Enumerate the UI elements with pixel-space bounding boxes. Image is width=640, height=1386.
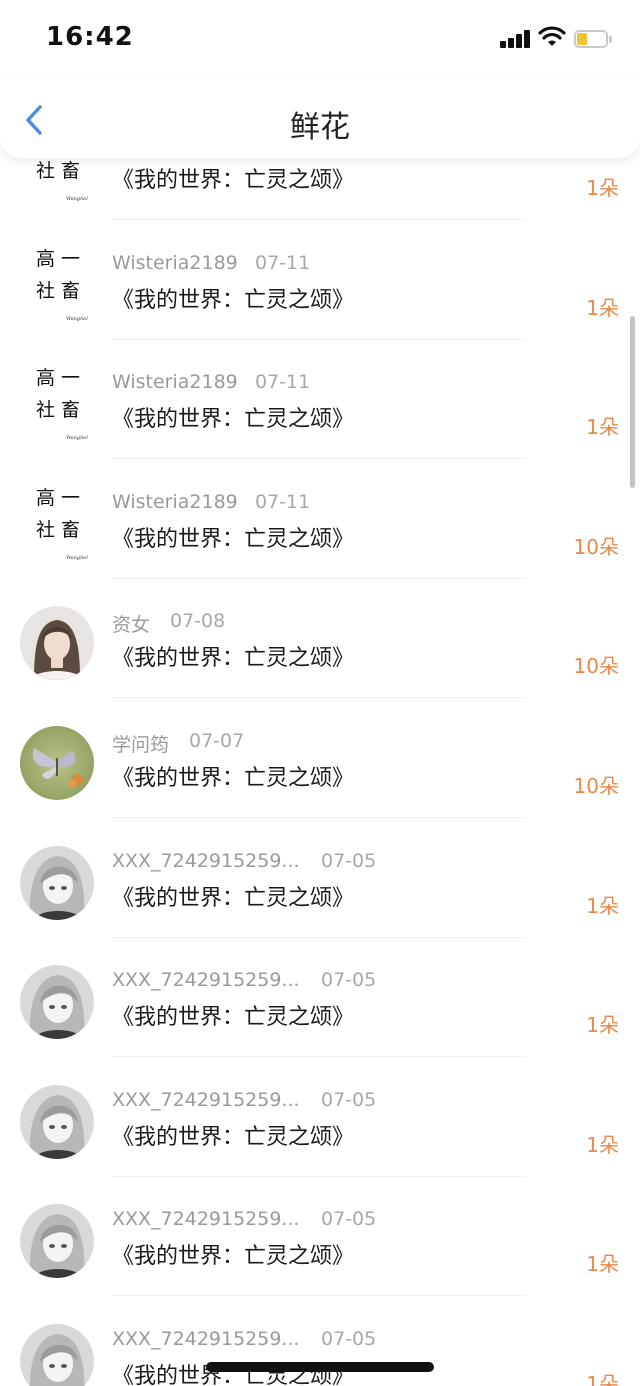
flower-count: 10朵 (573, 534, 619, 559)
avatar-girl-photo[interactable] (20, 606, 94, 681)
user-name[interactable]: XXX_7242915259... (112, 1328, 300, 1350)
flowers-screen: 高一社畜Wangliel《我的世界：亡灵之颂》1朵高一社畜WanglielWis… (0, 0, 640, 1386)
avatar-anime-girl[interactable] (20, 1204, 94, 1279)
flower-count: 1朵 (586, 1252, 619, 1277)
item-date: 07-08 (170, 610, 226, 633)
list-item[interactable]: 高一社畜 Wangliel Wisteria2189 07-11 《我的世界：亡灵之颂》… (0, 459, 640, 579)
item-meta: XXX_7242915259... 07-05 (112, 1208, 376, 1230)
avatar-text-line2: 社畜 (36, 399, 87, 422)
page-title: 鲜花 (290, 110, 350, 145)
book-title[interactable]: 《我的世界：亡灵之颂》 (112, 1238, 354, 1270)
flower-count: 1朵 (586, 295, 619, 320)
list-item[interactable]: 资女 07-08 《我的世界：亡灵之颂》 10朵 (0, 578, 640, 699)
book-title[interactable]: 《我的世界：亡灵之颂》 (112, 760, 354, 792)
item-date: 07-05 (321, 1088, 377, 1111)
nav-bar: 鲜花 (0, 80, 640, 158)
item-meta: XXX_7242915259... 07-05 (112, 1328, 376, 1350)
avatar-signature: Wangliel (66, 435, 88, 442)
book-title[interactable]: 《我的世界：亡灵之颂》 (112, 521, 354, 553)
avatar-signature: Wangliel (66, 196, 88, 202)
item-date: 07-07 (189, 730, 245, 752)
cellular-signal-icon (500, 30, 532, 48)
list-item[interactable]: XXX_7242915259... 07-05 《我的世界：亡灵之颂》 1朵 (0, 1176, 640, 1297)
home-indicator[interactable] (206, 1362, 434, 1372)
flower-count: 1朵 (586, 1132, 619, 1157)
avatar-calligraphy[interactable]: 高一社畜 Wangliel (20, 487, 94, 561)
item-meta: XXX_7242915259... 07-05 (112, 850, 376, 872)
avatar-text-line2: 社畜 (36, 279, 87, 302)
avatar-text-line1: 高一 (36, 367, 87, 390)
flower-count: 10朵 (573, 654, 619, 679)
flower-count: 1朵 (586, 1013, 619, 1038)
user-name[interactable]: Wisteria2189 (112, 252, 238, 274)
book-title[interactable]: 《我的世界：亡灵之颂》 (112, 162, 354, 194)
user-name[interactable]: XXX_7242915259... (112, 1208, 300, 1230)
status-bar: 16:42 (0, 0, 640, 80)
avatar-anime-girl[interactable] (20, 845, 94, 920)
user-name[interactable]: XXX_7242915259... (112, 969, 300, 991)
user-name[interactable]: Wisteria2189 (112, 491, 238, 513)
flower-count: 1朵 (586, 176, 619, 200)
item-meta: 资女 07-08 (112, 610, 225, 637)
item-meta: Wisteria2189 07-11 (112, 252, 310, 274)
item-date: 07-05 (321, 849, 377, 872)
item-date: 07-05 (321, 1328, 377, 1350)
list-item[interactable]: 高一社畜 Wangliel Wisteria2189 07-11 《我的世界：亡灵之颂》… (0, 339, 640, 460)
list-item[interactable]: XXX_7242915259... 07-05 《我的世界：亡灵之颂》 1朵 (0, 937, 640, 1058)
list-item[interactable]: XXX_7242915259... 07-05 《我的世界：亡灵之颂》 1朵 (0, 1057, 640, 1177)
book-title[interactable]: 《我的世界：亡灵之颂》 (112, 880, 354, 912)
avatar-anime-girl[interactable] (20, 965, 94, 1040)
item-meta: 学问筠 07-07 (112, 730, 244, 757)
item-date: 07-11 (255, 371, 311, 394)
list-item[interactable]: 高一社畜 Wangliel Wisteria2189 07-11 《我的世界：亡灵之颂》… (0, 220, 640, 340)
avatar-calligraphy[interactable]: 高一社畜 Wangliel (20, 248, 94, 322)
flower-list[interactable]: 高一社畜Wangliel《我的世界：亡灵之颂》1朵高一社畜WanglielWis… (0, 0, 640, 1386)
item-meta: Wisteria2189 07-11 (112, 371, 310, 393)
list-item[interactable]: XXX_7242915259... 07-05 《我的世界：亡灵之颂》 1朵 (0, 818, 640, 938)
wifi-icon (538, 26, 566, 50)
list-item[interactable]: XXX_7242915259... 07-05 《我的世界：亡灵之颂》 1朵 (0, 1296, 640, 1386)
item-meta: XXX_7242915259... 07-05 (112, 1089, 376, 1111)
item-date: 07-11 (255, 251, 311, 274)
user-name[interactable]: 资女 (112, 614, 150, 636)
item-date: 07-11 (255, 490, 311, 513)
flower-count: 1朵 (586, 1372, 619, 1386)
avatar-anime-girl[interactable] (20, 1084, 94, 1159)
avatar-text-line2: 社畜 (36, 518, 87, 541)
flower-count: 1朵 (586, 415, 619, 440)
avatar-calligraphy[interactable]: 高一社畜 Wangliel (20, 367, 94, 441)
book-title[interactable]: 《我的世界：亡灵之颂》 (112, 282, 354, 314)
item-meta: Wisteria2189 07-11 (112, 491, 310, 513)
avatar-text-line1: 高一 (36, 247, 87, 270)
book-title[interactable]: 《我的世界：亡灵之颂》 (112, 640, 354, 672)
flower-count: 10朵 (573, 774, 619, 798)
user-name[interactable]: XXX_7242915259... (112, 1089, 300, 1111)
book-title[interactable]: 《我的世界：亡灵之颂》 (112, 1119, 354, 1151)
flower-count: 1朵 (586, 893, 619, 918)
user-name[interactable]: 学问筠 (112, 734, 169, 756)
user-name[interactable]: Wisteria2189 (112, 371, 238, 393)
list-item[interactable]: 学问筠 07-07 《我的世界：亡灵之颂》 10朵 (0, 698, 640, 818)
user-name[interactable]: XXX_7242915259... (112, 850, 300, 872)
avatar-butterfly-photo[interactable] (20, 726, 94, 800)
avatar-anime-girl[interactable] (20, 1324, 94, 1386)
book-title[interactable]: 《我的世界：亡灵之颂》 (112, 999, 354, 1031)
avatar-signature: Wangliel (66, 554, 88, 561)
book-title[interactable]: 《我的世界：亡灵之颂》 (112, 401, 354, 433)
scrollbar[interactable] (630, 316, 635, 488)
item-date: 07-05 (321, 1208, 377, 1231)
avatar-text-line1: 高一 (36, 486, 87, 509)
avatar-signature: Wangliel (66, 315, 88, 322)
status-time: 16:42 (46, 22, 134, 52)
battery-low-icon (574, 30, 612, 50)
item-date: 07-05 (321, 969, 377, 992)
item-meta: XXX_7242915259... 07-05 (112, 969, 376, 991)
avatar-text-line2: 社畜 (36, 160, 87, 182)
